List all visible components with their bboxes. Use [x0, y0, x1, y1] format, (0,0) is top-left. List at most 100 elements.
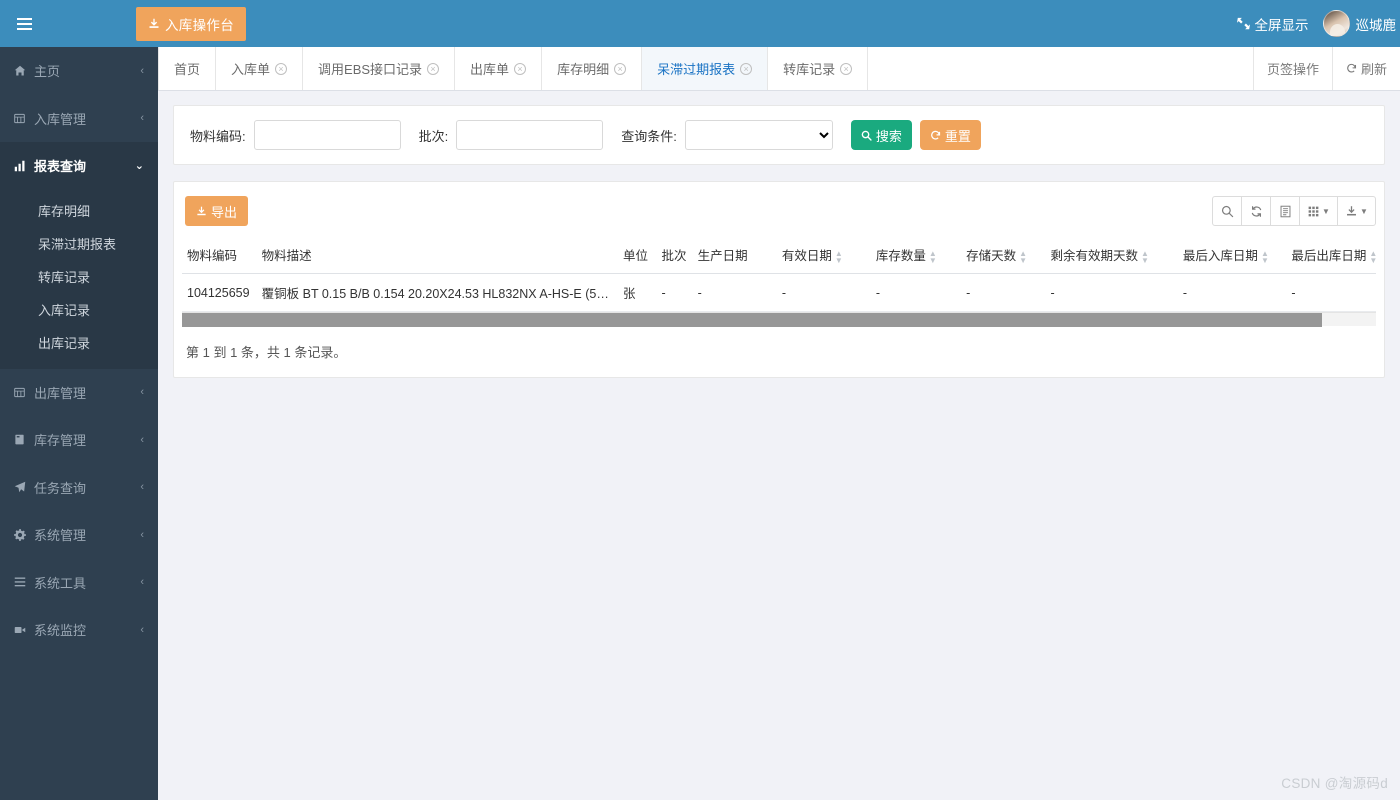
- sidebar-item-system-monitor[interactable]: 系统监控 ‹: [0, 606, 158, 654]
- table-row[interactable]: 104125659 覆铜板 BT 0.15 B/B 0.154 20.20X24…: [182, 273, 1376, 312]
- sidebar-subitem-stagnant-expiry-report[interactable]: 呆滞过期报表: [0, 227, 158, 260]
- sidebar-item-stock-management[interactable]: 库存管理 ‹: [0, 416, 158, 464]
- cell-batch: -: [656, 273, 693, 312]
- sort-icon[interactable]: ▲ ▼: [1369, 249, 1376, 264]
- tab-ebs-interface-log[interactable]: 调用EBS接口记录 ×: [303, 47, 456, 90]
- columns-icon[interactable]: ▼: [1299, 196, 1338, 226]
- sidebar-subitem-inbound-record[interactable]: 入库记录: [0, 293, 158, 326]
- search-form: 物料编码: 批次: 查询条件: 搜索 重置: [174, 106, 1384, 164]
- field-batch: 批次:: [419, 120, 604, 150]
- column-header-expiry-date[interactable]: 有效日期 ▲ ▼: [776, 236, 871, 274]
- close-icon[interactable]: ×: [275, 62, 288, 75]
- inbound-icon: [14, 113, 30, 124]
- sidebar-item-report-query[interactable]: 报表查询 ⌄: [0, 142, 158, 190]
- search-input-material-code[interactable]: [253, 120, 401, 150]
- close-icon[interactable]: ×: [740, 62, 753, 75]
- sidebar-label-task-query: 任务查询: [34, 480, 87, 496]
- sort-icon[interactable]: ▲ ▼: [1261, 249, 1269, 264]
- fullscreen-label: 全屏显示: [1254, 17, 1309, 33]
- horizontal-scrollbar[interactable]: [182, 312, 1376, 327]
- chevron-left-icon: ‹: [140, 576, 144, 589]
- tab-stock-detail[interactable]: 库存明细 ×: [542, 47, 643, 90]
- sidebar-item-system-management[interactable]: 系统管理 ‹: [0, 511, 158, 559]
- sidebar-subitem-outbound-record[interactable]: 出库记录: [0, 326, 158, 359]
- chevron-left-icon: ‹: [140, 386, 144, 399]
- hamburger-menu-icon[interactable]: [0, 0, 48, 47]
- chevron-left-icon: ‹: [140, 112, 144, 125]
- close-icon[interactable]: ×: [614, 62, 627, 75]
- header-right-group: 全屏显示 巡城鹿: [1223, 0, 1400, 47]
- column-header-stock-qty[interactable]: 库存数量 ▲ ▼: [870, 236, 962, 274]
- column-header-storage-days[interactable]: 存储天数 ▲ ▼: [961, 236, 1046, 274]
- sidebar-label-system-monitor: 系统监控: [34, 623, 87, 639]
- tab-operations-button[interactable]: 页签操作: [1252, 47, 1332, 90]
- chevron-left-icon: ‹: [140, 433, 144, 446]
- select-query-condition[interactable]: [684, 120, 833, 150]
- chevron-left-icon: ‹: [140, 64, 144, 77]
- column-header-production-date[interactable]: 生产日期: [692, 236, 777, 274]
- column-header-batch[interactable]: 批次: [656, 236, 693, 274]
- column-header-material-code[interactable]: 物料编码: [182, 236, 257, 274]
- column-header-last-inbound-date[interactable]: 最后入库日期 ▲ ▼: [1177, 236, 1287, 274]
- chevron-down-icon: ⌄: [134, 160, 144, 173]
- cell-last-outbound-date: -: [1286, 273, 1376, 312]
- top-header-bar: 入库操作台 全屏显示 巡城鹿: [0, 0, 1400, 47]
- sidebar-subitem-stock-detail[interactable]: 库存明细: [0, 194, 158, 227]
- column-header-last-outbound-date[interactable]: 最后出库日期 ▲ ▼: [1286, 236, 1376, 274]
- export-button[interactable]: 导出: [185, 196, 249, 226]
- expand-icon: [1236, 17, 1250, 30]
- tab-label-inbound-order: 入库单: [231, 62, 271, 77]
- close-icon[interactable]: ×: [427, 62, 440, 75]
- sort-icon[interactable]: ▲ ▼: [929, 249, 937, 264]
- sidebar-item-home[interactable]: 主页 ‹: [0, 47, 158, 95]
- sort-icon[interactable]: ▲ ▼: [1141, 249, 1149, 264]
- tab-transfer-record[interactable]: 转库记录 ×: [768, 47, 869, 90]
- field-material-code: 物料编码:: [190, 120, 401, 150]
- tab-operations-label: 页签操作: [1266, 62, 1319, 77]
- table-header-row: 物料编码 物料描述 单位 批次 生产日期 有效日期 ▲ ▼ 库存数量 ▲ ▼ 存储天数 ▲…: [182, 236, 1376, 274]
- search-input-batch[interactable]: [456, 120, 604, 150]
- reset-button[interactable]: 重置: [919, 120, 981, 150]
- tab-refresh-button[interactable]: 刷新: [1331, 47, 1400, 90]
- sidebar-label-inbound-management: 入库管理: [34, 111, 87, 127]
- sidebar-item-inbound-management[interactable]: 入库管理 ‹: [0, 95, 158, 143]
- fullscreen-button[interactable]: 全屏显示: [1223, 0, 1323, 47]
- tab-bar-actions: 页签操作 刷新: [1252, 47, 1400, 90]
- sidebar-item-system-tools[interactable]: 系统工具 ‹: [0, 559, 158, 607]
- refresh-icon[interactable]: [1241, 196, 1271, 226]
- sort-icon[interactable]: ▲ ▼: [1019, 249, 1027, 264]
- scrollbar-thumb[interactable]: [182, 313, 1323, 327]
- close-icon[interactable]: ×: [840, 62, 853, 75]
- sort-icon[interactable]: ▲ ▼: [835, 249, 843, 264]
- list-toggle-icon[interactable]: [1270, 196, 1300, 226]
- column-header-unit[interactable]: 单位: [617, 236, 657, 274]
- header-text: 生产日期: [697, 249, 748, 263]
- column-header-remaining-days[interactable]: 剩余有效期天数 ▲ ▼: [1045, 236, 1178, 274]
- inbound-console-button[interactable]: 入库操作台: [136, 6, 246, 41]
- home-icon: [14, 65, 30, 77]
- tab-label-transfer-record: 转库记录: [783, 62, 836, 77]
- avatar: [1322, 10, 1350, 37]
- search-button[interactable]: 搜索: [850, 120, 912, 150]
- tab-outbound-order[interactable]: 出库单 ×: [455, 47, 543, 90]
- search-icon[interactable]: [1212, 196, 1242, 226]
- header-text: 批次: [661, 249, 687, 263]
- tools-icon: [14, 576, 30, 588]
- cell-remaining-days: -: [1045, 273, 1178, 312]
- tab-inbound-order[interactable]: 入库单 ×: [216, 47, 304, 90]
- tab-label-stock-detail: 库存明细: [557, 62, 610, 77]
- refresh-icon: [930, 130, 941, 141]
- column-header-material-desc[interactable]: 物料描述: [256, 236, 618, 274]
- cell-production-date: -: [692, 273, 777, 312]
- tab-stagnant-expiry-report[interactable]: 呆滞过期报表 ×: [642, 47, 769, 90]
- sidebar-subitem-transfer-record[interactable]: 转库记录: [0, 260, 158, 293]
- outbound-icon: [14, 387, 30, 398]
- sidebar-item-task-query[interactable]: 任务查询 ‹: [0, 464, 158, 512]
- close-icon[interactable]: ×: [514, 62, 527, 75]
- sidebar-label-stock-management: 库存管理: [34, 433, 87, 449]
- sidebar-item-outbound-management[interactable]: 出库管理 ‹: [0, 369, 158, 417]
- tab-home[interactable]: 首页: [158, 47, 217, 90]
- pagination-info: 第 1 到 1 条，共 1 条记录。: [186, 345, 347, 360]
- export-icon[interactable]: ▼: [1337, 196, 1376, 226]
- user-menu[interactable]: 巡城鹿: [1322, 0, 1400, 47]
